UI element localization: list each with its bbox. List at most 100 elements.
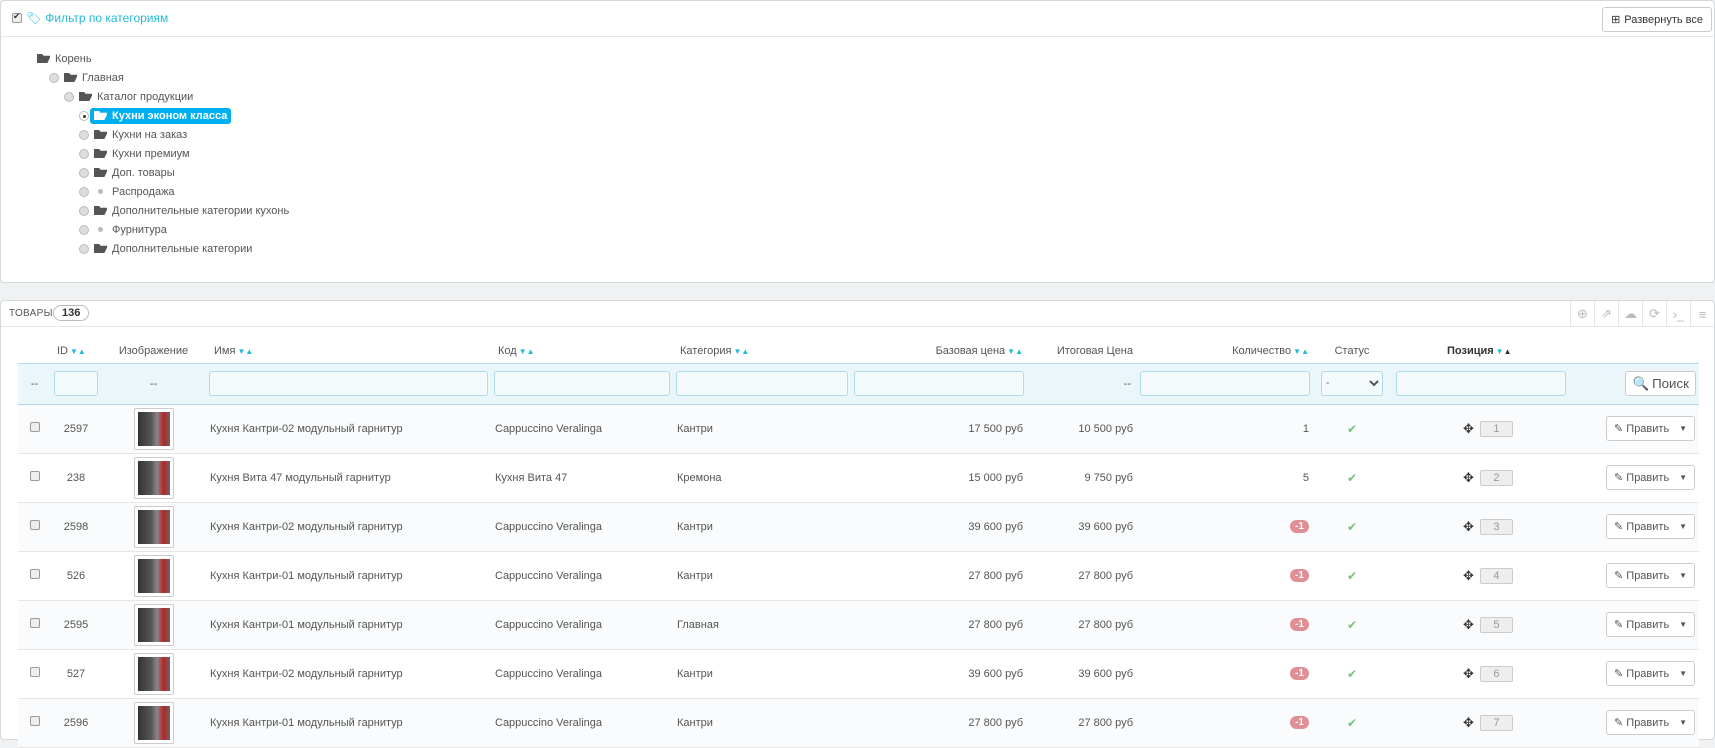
col-category[interactable]: Категория ▼▲: [673, 339, 851, 363]
tree-node[interactable]: Доп. товары: [79, 163, 289, 182]
tree-node[interactable]: Дополнительные категории кухонь: [79, 201, 289, 220]
category-radio[interactable]: [79, 205, 89, 216]
filter-category-input[interactable]: [676, 371, 848, 396]
row-name[interactable]: Кухня Кантри-01 модульный гарнитур: [206, 698, 491, 748]
tree-node[interactable]: Главная: [49, 68, 289, 87]
tree-node[interactable]: Распродажа: [79, 182, 289, 201]
edit-button[interactable]: ✎ Править ▼: [1606, 612, 1695, 637]
product-thumbnail[interactable]: [133, 505, 174, 548]
caret-down-icon[interactable]: ▼: [1679, 571, 1687, 580]
drag-move-icon[interactable]: ✥: [1463, 519, 1474, 535]
caret-down-icon[interactable]: ▼: [1679, 424, 1687, 433]
edit-label: Править: [1626, 521, 1670, 533]
status-check-icon[interactable]: ✔: [1347, 520, 1357, 534]
tree-node[interactable]: Корень: [37, 49, 289, 68]
col-position[interactable]: Позиция ▼▲: [1391, 339, 1567, 363]
edit-button[interactable]: ✎ Править ▼: [1606, 563, 1695, 588]
product-thumbnail[interactable]: [133, 407, 174, 450]
row-name[interactable]: Кухня Вита 47 модульный гарнитур: [206, 453, 491, 503]
expand-icon: ⊞: [1611, 14, 1621, 26]
category-radio[interactable]: [79, 148, 89, 159]
row-name[interactable]: Кухня Кантри-02 модульный гарнитур: [206, 649, 491, 699]
row-name[interactable]: Кухня Кантри-02 модульный гарнитур: [206, 404, 491, 454]
tree-node[interactable]: Фурнитура: [79, 220, 289, 239]
tree-node[interactable]: Кухни премиум: [79, 144, 289, 163]
caret-down-icon[interactable]: ▼: [1679, 473, 1687, 482]
category-radio[interactable]: [79, 186, 89, 197]
row-checkbox[interactable]: [29, 422, 40, 432]
col-base-price[interactable]: Базовая цена ▼▲: [851, 339, 1027, 363]
product-thumbnail[interactable]: [133, 701, 174, 744]
tree-node-label: Каталог продукции: [97, 90, 194, 103]
row-checkbox[interactable]: [29, 471, 40, 481]
status-check-icon[interactable]: ✔: [1347, 716, 1357, 730]
row-checkbox[interactable]: [29, 520, 40, 530]
tree-node[interactable]: Каталог продукции: [64, 87, 289, 106]
col-code[interactable]: Код ▼▲: [491, 339, 673, 363]
search-button[interactable]: 🔍 Поиск: [1625, 371, 1696, 396]
row-name[interactable]: Кухня Кантри-02 модульный гарнитур: [206, 502, 491, 552]
category-radio[interactable]: [49, 72, 59, 83]
sql-terminal-icon[interactable]: ›_: [1666, 301, 1690, 327]
category-filter-checkbox[interactable]: [12, 11, 22, 23]
drag-move-icon[interactable]: ✥: [1463, 470, 1474, 486]
add-icon[interactable]: ⊕: [1570, 301, 1594, 327]
status-check-icon[interactable]: ✔: [1347, 618, 1357, 632]
category-radio[interactable]: [64, 91, 74, 102]
edit-button[interactable]: ✎ Править ▼: [1606, 710, 1695, 735]
edit-button[interactable]: ✎ Править ▼: [1606, 661, 1695, 686]
edit-button[interactable]: ✎ Править ▼: [1606, 416, 1695, 441]
col-id[interactable]: ID ▼▲: [51, 339, 101, 363]
filter-status-select[interactable]: -: [1321, 371, 1383, 396]
status-check-icon[interactable]: ✔: [1347, 569, 1357, 583]
row-name[interactable]: Кухня Кантри-01 модульный гарнитур: [206, 600, 491, 650]
caret-down-icon[interactable]: ▼: [1679, 669, 1687, 678]
filter-quantity-input[interactable]: [1140, 371, 1310, 396]
edit-button[interactable]: ✎ Править ▼: [1606, 514, 1695, 539]
product-thumbnail[interactable]: [133, 456, 174, 499]
category-radio[interactable]: [79, 243, 89, 254]
filter-position-input[interactable]: [1396, 371, 1566, 396]
drag-move-icon[interactable]: ✥: [1463, 666, 1474, 682]
drag-move-icon[interactable]: ✥: [1463, 568, 1474, 584]
col-name[interactable]: Имя ▼▲: [206, 339, 491, 363]
col-quantity[interactable]: Количество ▼▲: [1137, 339, 1313, 363]
tree-node[interactable]: Дополнительные категории: [79, 239, 289, 258]
row-code: Кухня Вита 47: [491, 453, 673, 503]
category-radio[interactable]: [79, 224, 89, 235]
row-checkbox[interactable]: [29, 667, 40, 677]
category-radio[interactable]: [79, 110, 89, 121]
caret-down-icon[interactable]: ▼: [1679, 522, 1687, 531]
edit-button[interactable]: ✎ Править ▼: [1606, 465, 1695, 490]
filter-name-input[interactable]: [209, 371, 488, 396]
row-name[interactable]: Кухня Кантри-01 модульный гарнитур: [206, 551, 491, 601]
category-radio[interactable]: [79, 129, 89, 140]
export-icon[interactable]: ⇗: [1594, 301, 1618, 327]
products-table: ID ▼▲ Изображение Имя ▼▲ Код ▼▲ Категория ▼▲…: [18, 339, 1699, 748]
row-checkbox[interactable]: [29, 618, 40, 628]
drag-move-icon[interactable]: ✥: [1463, 617, 1474, 633]
row-checkbox[interactable]: [29, 716, 40, 726]
filter-id-input[interactable]: [54, 371, 98, 396]
drag-move-icon[interactable]: ✥: [1463, 421, 1474, 437]
cloud-upload-icon[interactable]: ☁: [1618, 301, 1642, 327]
caret-down-icon[interactable]: ▼: [1679, 620, 1687, 629]
expand-all-button[interactable]: ⊞ Развернуть все: [1602, 7, 1712, 32]
status-check-icon[interactable]: ✔: [1347, 471, 1357, 485]
drag-move-icon[interactable]: ✥: [1463, 715, 1474, 731]
filter-base-price-input[interactable]: [854, 371, 1024, 396]
refresh-icon[interactable]: ⟳: [1642, 301, 1666, 327]
product-thumbnail[interactable]: [133, 603, 174, 646]
leaf-dot-icon: [98, 189, 103, 194]
caret-down-icon[interactable]: ▼: [1679, 718, 1687, 727]
tree-node[interactable]: Кухни на заказ: [79, 125, 289, 144]
database-icon[interactable]: ≡: [1690, 301, 1714, 327]
row-checkbox[interactable]: [29, 569, 40, 579]
filter-code-input[interactable]: [494, 371, 670, 396]
product-thumbnail[interactable]: [133, 554, 174, 597]
status-check-icon[interactable]: ✔: [1347, 667, 1357, 681]
tree-node[interactable]: Кухни эконом класса: [79, 106, 289, 125]
category-radio[interactable]: [79, 167, 89, 178]
product-thumbnail[interactable]: [133, 652, 174, 695]
status-check-icon[interactable]: ✔: [1347, 422, 1357, 436]
